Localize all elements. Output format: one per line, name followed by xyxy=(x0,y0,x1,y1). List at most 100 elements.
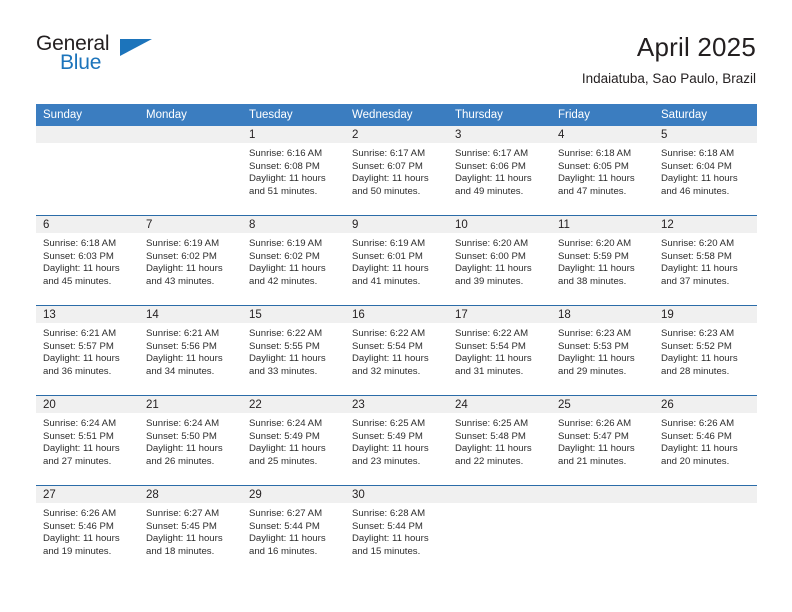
calendar-day-cell[interactable]: 19 Sunrise: 6:23 AM Sunset: 5:52 PM Dayligh… xyxy=(654,305,757,396)
day-details: Sunrise: 6:26 AM Sunset: 5:46 PM Daylight:… xyxy=(36,503,139,558)
day-detail-line: Sunrise: 6:20 AM xyxy=(455,238,529,249)
day-detail-line: Sunrise: 6:22 AM xyxy=(249,328,323,339)
day-detail-line: Sunrise: 6:17 AM xyxy=(352,148,426,159)
day-detail-line: Sunset: 6:01 PM xyxy=(352,250,423,262)
calendar-day-cell[interactable]: 23 Sunrise: 6:25 AM Sunset: 5:49 PM Dayligh… xyxy=(345,395,448,486)
day-detail-line: Sunrise: 6:26 AM xyxy=(43,508,117,519)
calendar-day-cell[interactable]: 4 Sunrise: 6:18 AM Sunset: 6:05 PM Daylight… xyxy=(551,126,654,216)
day-detail-line: Sunrise: 6:25 AM xyxy=(352,418,426,429)
day-detail-line: Daylight: 11 hours xyxy=(352,263,429,275)
weekday-header-monday: Monday xyxy=(139,104,242,126)
day-detail-line: Sunrise: 6:22 AM xyxy=(455,328,529,339)
day-details: Sunrise: 6:28 AM Sunset: 5:44 PM Daylight:… xyxy=(345,503,448,558)
day-number: 21 xyxy=(139,396,242,413)
calendar-day-cell[interactable]: 12 Sunrise: 6:20 AM Sunset: 5:58 PM Dayligh… xyxy=(654,215,757,306)
calendar-day-cell[interactable]: 14 Sunrise: 6:21 AM Sunset: 5:56 PM Dayligh… xyxy=(139,305,242,396)
calendar-day-cell[interactable]: 5 Sunrise: 6:18 AM Sunset: 6:04 PM Daylight… xyxy=(654,126,757,216)
day-detail-line: Daylight: 11 hours xyxy=(43,353,120,365)
day-detail-line: Sunrise: 6:18 AM xyxy=(43,238,117,249)
calendar-day-cell[interactable]: 30 Sunrise: 6:28 AM Sunset: 5:44 PM Dayligh… xyxy=(345,485,448,575)
day-details: Sunrise: 6:20 AM Sunset: 5:59 PM Daylight:… xyxy=(551,233,654,288)
calendar-day-cell[interactable]: 10 Sunrise: 6:20 AM Sunset: 6:00 PM Dayligh… xyxy=(448,215,551,306)
day-detail-line: Sunrise: 6:21 AM xyxy=(146,328,220,339)
calendar-day-cell[interactable]: 25 Sunrise: 6:26 AM Sunset: 5:47 PM Dayligh… xyxy=(551,395,654,486)
day-details xyxy=(551,503,654,508)
day-details: Sunrise: 6:17 AM Sunset: 6:07 PM Daylight:… xyxy=(345,143,448,198)
calendar-day-cell[interactable]: 9 Sunrise: 6:19 AM Sunset: 6:01 PM Daylight… xyxy=(345,215,448,306)
day-details: Sunrise: 6:17 AM Sunset: 6:06 PM Daylight:… xyxy=(448,143,551,198)
calendar-day-cell[interactable]: 21 Sunrise: 6:24 AM Sunset: 5:50 PM Dayligh… xyxy=(139,395,242,486)
calendar-day-cell-empty xyxy=(551,485,654,575)
day-number: 2 xyxy=(345,126,448,143)
day-detail-line: and 18 minutes. xyxy=(146,545,215,557)
title-block: April 2025 Indaiatuba, Sao Paulo, Brazil xyxy=(296,32,756,88)
day-detail-line: Sunrise: 6:21 AM xyxy=(43,328,117,339)
day-detail-line: Sunset: 5:49 PM xyxy=(352,430,423,442)
day-number: 5 xyxy=(654,126,757,143)
calendar-day-cell[interactable]: 27 Sunrise: 6:26 AM Sunset: 5:46 PM Dayligh… xyxy=(36,485,139,575)
day-details: Sunrise: 6:23 AM Sunset: 5:52 PM Daylight:… xyxy=(654,323,757,378)
page-header: General Blue April 2025 Indaiatuba, Sao … xyxy=(36,32,756,94)
day-detail-line: Daylight: 11 hours xyxy=(43,533,120,545)
day-number: 12 xyxy=(654,216,757,233)
calendar-day-cell[interactable]: 1 Sunrise: 6:16 AM Sunset: 6:08 PM Daylight… xyxy=(242,126,345,216)
day-details: Sunrise: 6:24 AM Sunset: 5:51 PM Daylight:… xyxy=(36,413,139,468)
triangle-icon xyxy=(120,39,152,56)
calendar-day-cell[interactable]: 22 Sunrise: 6:24 AM Sunset: 5:49 PM Dayligh… xyxy=(242,395,345,486)
day-detail-line: Sunrise: 6:24 AM xyxy=(43,418,117,429)
calendar-day-cell[interactable]: 11 Sunrise: 6:20 AM Sunset: 5:59 PM Dayligh… xyxy=(551,215,654,306)
day-detail-line: Daylight: 11 hours xyxy=(352,173,429,185)
day-number xyxy=(139,126,242,143)
day-detail-line: and 21 minutes. xyxy=(558,455,627,467)
day-detail-line: Daylight: 11 hours xyxy=(352,533,429,545)
day-number: 6 xyxy=(36,216,139,233)
calendar-day-cell[interactable]: 6 Sunrise: 6:18 AM Sunset: 6:03 PM Daylight… xyxy=(36,215,139,306)
calendar-day-cell[interactable]: 3 Sunrise: 6:17 AM Sunset: 6:06 PM Daylight… xyxy=(448,126,551,216)
day-detail-line: Daylight: 11 hours xyxy=(558,263,635,275)
calendar-day-cell[interactable]: 13 Sunrise: 6:21 AM Sunset: 5:57 PM Dayligh… xyxy=(36,305,139,396)
day-number: 3 xyxy=(448,126,551,143)
calendar-day-cell[interactable]: 17 Sunrise: 6:22 AM Sunset: 5:54 PM Dayligh… xyxy=(448,305,551,396)
day-number: 16 xyxy=(345,306,448,323)
day-details: Sunrise: 6:19 AM Sunset: 6:02 PM Daylight:… xyxy=(242,233,345,288)
calendar-day-cell[interactable]: 18 Sunrise: 6:23 AM Sunset: 5:53 PM Dayligh… xyxy=(551,305,654,396)
day-detail-line: Daylight: 11 hours xyxy=(558,443,635,455)
calendar-day-cell[interactable]: 28 Sunrise: 6:27 AM Sunset: 5:45 PM Dayligh… xyxy=(139,485,242,575)
day-detail-line: Daylight: 11 hours xyxy=(352,443,429,455)
day-number: 18 xyxy=(551,306,654,323)
day-detail-line: Sunrise: 6:18 AM xyxy=(661,148,735,159)
day-detail-line: and 45 minutes. xyxy=(43,275,112,287)
day-details xyxy=(139,143,242,148)
day-detail-line: Sunrise: 6:18 AM xyxy=(558,148,632,159)
calendar-day-cell[interactable]: 16 Sunrise: 6:22 AM Sunset: 5:54 PM Dayligh… xyxy=(345,305,448,396)
calendar-day-cell[interactable]: 8 Sunrise: 6:19 AM Sunset: 6:02 PM Daylight… xyxy=(242,215,345,306)
calendar-day-cell[interactable]: 29 Sunrise: 6:27 AM Sunset: 5:44 PM Dayligh… xyxy=(242,485,345,575)
calendar-day-cell[interactable]: 24 Sunrise: 6:25 AM Sunset: 5:48 PM Dayligh… xyxy=(448,395,551,486)
day-detail-line: Daylight: 11 hours xyxy=(455,443,532,455)
day-number: 30 xyxy=(345,486,448,503)
day-detail-line: Sunset: 5:49 PM xyxy=(249,430,320,442)
calendar-day-cell[interactable]: 7 Sunrise: 6:19 AM Sunset: 6:02 PM Daylight… xyxy=(139,215,242,306)
day-detail-line: and 38 minutes. xyxy=(558,275,627,287)
weekday-header-tuesday: Tuesday xyxy=(242,104,345,126)
day-number: 19 xyxy=(654,306,757,323)
calendar-day-cell[interactable]: 26 Sunrise: 6:26 AM Sunset: 5:46 PM Dayligh… xyxy=(654,395,757,486)
day-detail-line: and 20 minutes. xyxy=(661,455,730,467)
day-detail-line: Sunset: 5:53 PM xyxy=(558,340,629,352)
day-detail-line: and 27 minutes. xyxy=(43,455,112,467)
day-detail-line: Sunset: 5:57 PM xyxy=(43,340,114,352)
day-detail-line: Sunset: 6:07 PM xyxy=(352,160,423,172)
calendar-week-row: 1 Sunrise: 6:16 AM Sunset: 6:08 PM Daylight… xyxy=(36,126,757,216)
weekday-header-friday: Friday xyxy=(551,104,654,126)
day-detail-line: and 41 minutes. xyxy=(352,275,421,287)
calendar-day-cell[interactable]: 20 Sunrise: 6:24 AM Sunset: 5:51 PM Dayligh… xyxy=(36,395,139,486)
day-detail-line: and 19 minutes. xyxy=(43,545,112,557)
calendar-day-cell[interactable]: 15 Sunrise: 6:22 AM Sunset: 5:55 PM Dayligh… xyxy=(242,305,345,396)
calendar-body: 1 Sunrise: 6:16 AM Sunset: 6:08 PM Daylight… xyxy=(36,126,757,575)
day-detail-line: Sunrise: 6:19 AM xyxy=(146,238,220,249)
calendar-day-cell[interactable]: 2 Sunrise: 6:17 AM Sunset: 6:07 PM Daylight… xyxy=(345,126,448,216)
day-details: Sunrise: 6:27 AM Sunset: 5:45 PM Daylight:… xyxy=(139,503,242,558)
day-detail-line: and 51 minutes. xyxy=(249,185,318,197)
day-number: 17 xyxy=(448,306,551,323)
day-number: 25 xyxy=(551,396,654,413)
